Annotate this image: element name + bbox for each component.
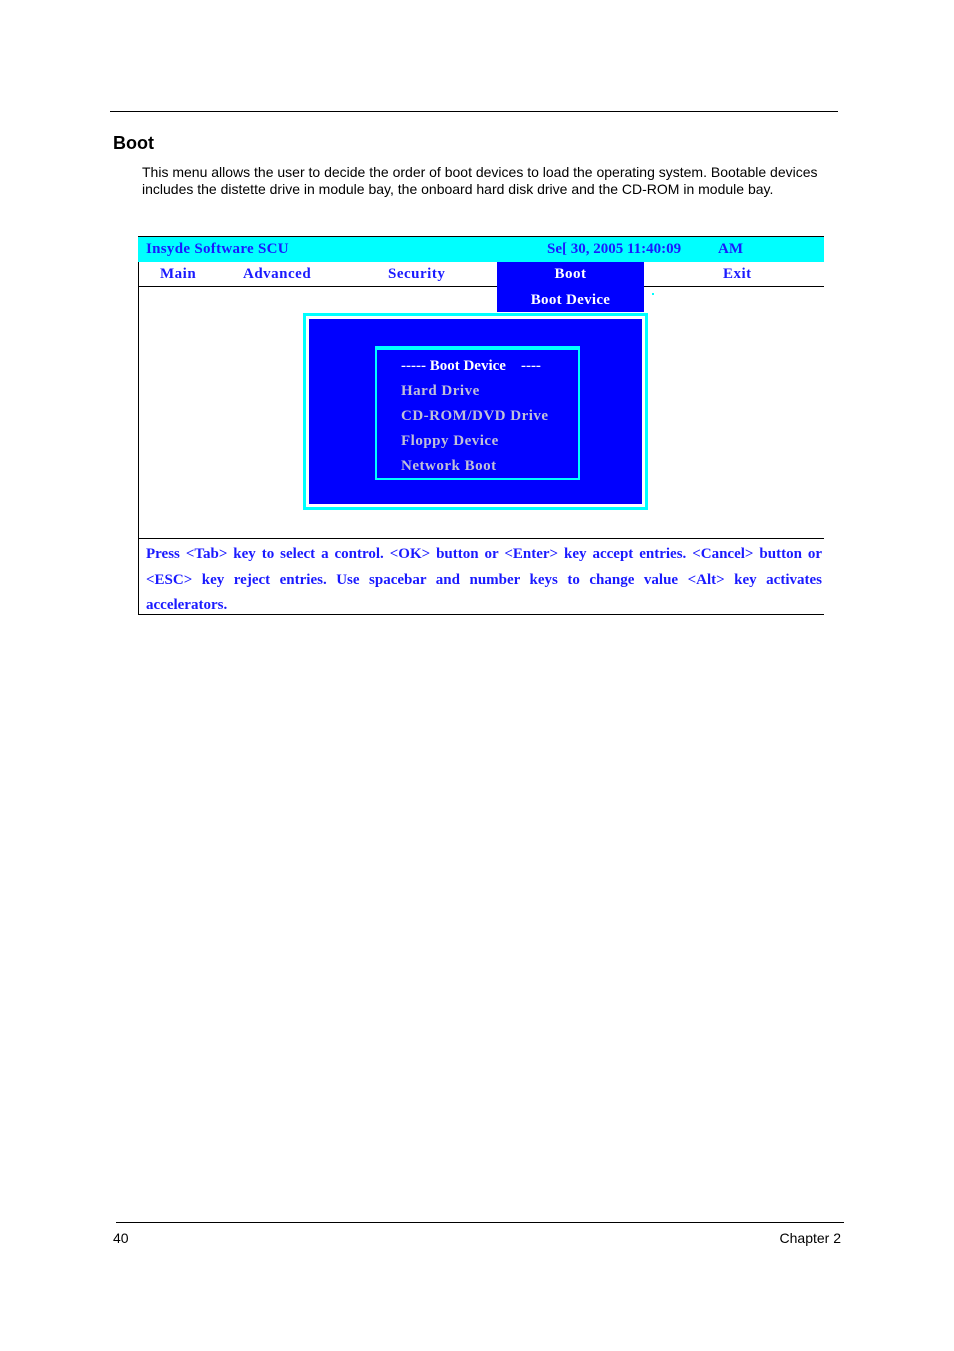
footer-rule: [116, 1222, 844, 1223]
submenu-boot-device[interactable]: Boot Device: [497, 292, 644, 309]
menu-security[interactable]: Security: [388, 266, 445, 283]
boot-option-network[interactable]: Network Boot: [401, 458, 497, 475]
boot-option-floppy[interactable]: Floppy Device: [401, 433, 499, 450]
menu-main[interactable]: Main: [160, 266, 196, 283]
bios-ampm: AM: [718, 241, 743, 257]
page-number: 40: [113, 1230, 129, 1246]
menu-advanced[interactable]: Advanced: [243, 266, 311, 283]
list-header: ----- Boot Device ----: [401, 358, 541, 374]
help-area: Press <Tab> key to select a control. <OK…: [138, 538, 824, 615]
header-rule: [110, 111, 838, 112]
section-title: Boot: [113, 133, 154, 153]
bios-title-bar: Insyde Software SCU Se[ 30, 2005 11:40:0…: [138, 236, 824, 262]
bios-title: Insyde Software SCU: [146, 241, 289, 257]
bios-menu-bar: Main Advanced Security Boot Exit: [138, 262, 824, 312]
chapter-label: Chapter 2: [779, 1230, 841, 1246]
bios-screenshot: Insyde Software SCU Se[ 30, 2005 11:40:0…: [138, 236, 824, 615]
bios-date: Se[ 30, 2005 11:40:09: [547, 241, 682, 257]
intro-paragraph: This menu allows the user to decide the …: [142, 164, 818, 197]
boot-device-list: ----- Boot Device ---- Hard Drive CD-ROM…: [375, 346, 580, 480]
menu-exit[interactable]: Exit: [723, 266, 752, 283]
artifact-dot: [652, 293, 654, 295]
boot-option-hard-drive[interactable]: Hard Drive: [401, 383, 480, 400]
help-text: Press <Tab> key to select a control. <OK…: [146, 546, 822, 613]
boot-device-dialog: ----- Boot Device ---- Hard Drive CD-ROM…: [303, 313, 648, 510]
boot-option-cdrom[interactable]: CD-ROM/DVD Drive: [401, 408, 549, 425]
